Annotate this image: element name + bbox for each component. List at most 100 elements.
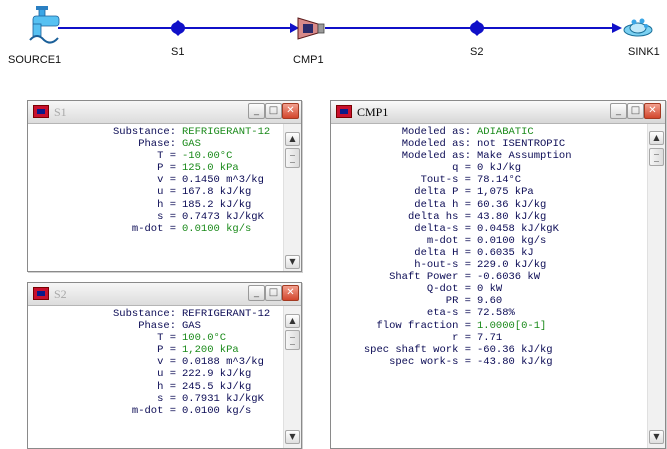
property-value[interactable]: 43.80 kJ/kg bbox=[477, 211, 546, 223]
state-window-s2[interactable]: S2 _ □ ✕ Substance: REFRIGERANT-12 Phase: G… bbox=[27, 282, 302, 449]
property-list: Substance: REFRIGERANT-12 Phase: GAS T = -10.… bbox=[28, 126, 283, 235]
scroll-up-button[interactable]: ▲ bbox=[285, 314, 300, 328]
property-value[interactable]: -60.36 kJ/kg bbox=[477, 344, 553, 356]
property-row: Q-dot = 0 kW bbox=[331, 283, 647, 295]
property-label: v = bbox=[157, 174, 176, 187]
property-value[interactable]: 125.0 kPa bbox=[182, 162, 239, 174]
property-value[interactable]: 0.0100 kg/s bbox=[182, 223, 251, 235]
stream-node-s2[interactable] bbox=[469, 20, 485, 36]
vertical-scrollbar[interactable]: ▲ ▼ bbox=[283, 124, 301, 271]
property-value[interactable]: Make Assumption bbox=[477, 150, 572, 162]
property-label: u = bbox=[157, 186, 176, 199]
property-value[interactable]: -10.00°C bbox=[182, 150, 232, 162]
minimize-button[interactable]: _ bbox=[248, 285, 265, 301]
property-value[interactable]: 72.58% bbox=[477, 307, 515, 319]
property-row: h = 185.2 kJ/kg bbox=[28, 199, 283, 211]
vertical-scrollbar[interactable]: ▲ ▼ bbox=[283, 306, 301, 448]
property-row: spec work-s = -43.80 kJ/kg bbox=[331, 356, 647, 368]
window-titlebar[interactable]: S2 _ □ ✕ bbox=[28, 283, 301, 306]
property-value[interactable]: 0 kW bbox=[477, 283, 502, 295]
maximize-button[interactable]: □ bbox=[265, 285, 282, 301]
property-value[interactable]: 78.14°C bbox=[477, 174, 521, 186]
state-window-s1[interactable]: S1 _ □ ✕ Substance: REFRIGERANT-12 Phase: G… bbox=[27, 100, 302, 272]
property-value[interactable]: 60.36 kJ/kg bbox=[477, 199, 546, 211]
app-window-icon bbox=[33, 287, 49, 300]
scroll-up-button[interactable]: ▲ bbox=[649, 131, 664, 145]
scroll-thumb[interactable] bbox=[649, 148, 664, 166]
property-row: Modeled as: ADIABATIC bbox=[331, 126, 647, 138]
window-titlebar[interactable]: CMP1 _ □ ✕ bbox=[331, 101, 665, 124]
property-value[interactable]: -43.80 kJ/kg bbox=[477, 356, 553, 368]
source1-faucet-icon[interactable] bbox=[29, 6, 60, 44]
compressor-cmp1-icon[interactable] bbox=[297, 17, 325, 40]
property-value[interactable]: 7.71 bbox=[477, 332, 502, 344]
property-label: Modeled as: bbox=[401, 126, 471, 138]
property-value[interactable]: 185.2 kJ/kg bbox=[182, 199, 251, 211]
property-row: delta P = 1,075 kPa bbox=[331, 186, 647, 198]
device-window-cmp1[interactable]: CMP1 _ □ ✕ Modeled as: ADIABATIC Modeled a… bbox=[330, 100, 666, 449]
property-value[interactable]: 1,075 kPa bbox=[477, 186, 534, 198]
property-row: Phase: GAS bbox=[28, 138, 283, 150]
property-value[interactable]: 245.5 kJ/kg bbox=[182, 381, 251, 393]
property-value[interactable]: REFRIGERANT-12 bbox=[182, 308, 270, 320]
property-value[interactable]: 1.0000[0-1] bbox=[477, 320, 546, 332]
scroll-down-button[interactable]: ▼ bbox=[649, 430, 664, 444]
property-value[interactable]: not ISENTROPIC bbox=[477, 138, 565, 150]
property-row: T = 100.0°C bbox=[28, 332, 283, 344]
minimize-button[interactable]: _ bbox=[610, 103, 627, 119]
property-value[interactable]: 0.7931 kJ/kgK bbox=[182, 393, 264, 405]
property-value[interactable]: 0.0188 m^3/kg bbox=[182, 356, 264, 368]
scroll-thumb[interactable] bbox=[285, 330, 300, 350]
scroll-down-button[interactable]: ▼ bbox=[285, 255, 300, 269]
property-value[interactable]: 0.0100 kg/s bbox=[477, 235, 546, 247]
property-value[interactable]: 229.0 kJ/kg bbox=[477, 259, 546, 271]
property-row: Substance: REFRIGERANT-12 bbox=[28, 308, 283, 320]
vertical-scrollbar[interactable]: ▲ ▼ bbox=[647, 124, 665, 448]
property-value[interactable]: GAS bbox=[182, 320, 201, 332]
property-value[interactable]: 0.6035 kJ bbox=[477, 247, 534, 259]
app-window-icon bbox=[33, 105, 49, 118]
property-row: q = 0 kJ/kg bbox=[331, 162, 647, 174]
scroll-up-button[interactable]: ▲ bbox=[285, 132, 300, 146]
property-value[interactable]: 0.0458 kJ/kgK bbox=[477, 223, 559, 235]
property-value[interactable]: REFRIGERANT-12 bbox=[182, 126, 270, 138]
property-label: Shaft Power = bbox=[389, 271, 471, 284]
property-row: s = 0.7473 kJ/kgK bbox=[28, 211, 283, 223]
property-label: eta-s = bbox=[426, 307, 471, 320]
property-row: flow fraction = 1.0000[0-1] bbox=[331, 320, 647, 332]
property-value[interactable]: ADIABATIC bbox=[477, 126, 534, 138]
property-value[interactable]: 0.0100 kg/s bbox=[182, 405, 251, 417]
window-title: S2 bbox=[54, 287, 67, 301]
property-value[interactable]: 9.60 bbox=[477, 295, 502, 307]
property-label: delta hs = bbox=[407, 210, 471, 223]
property-label: m-dot = bbox=[426, 234, 471, 247]
property-label: h = bbox=[157, 380, 176, 393]
property-value[interactable]: 0 kJ/kg bbox=[477, 162, 521, 174]
property-value[interactable]: -0.6036 kW bbox=[477, 271, 540, 283]
property-value[interactable]: 100.0°C bbox=[182, 332, 226, 344]
maximize-button[interactable]: □ bbox=[627, 103, 644, 119]
property-value[interactable]: 0.7473 kJ/kgK bbox=[182, 211, 264, 223]
scroll-thumb[interactable] bbox=[285, 148, 300, 168]
property-value[interactable]: GAS bbox=[182, 138, 201, 150]
close-button[interactable]: ✕ bbox=[644, 103, 661, 119]
property-label: s = bbox=[157, 392, 176, 405]
property-label: Modeled as: bbox=[401, 150, 471, 163]
property-value[interactable]: 167.8 kJ/kg bbox=[182, 186, 251, 198]
window-titlebar[interactable]: S1 _ □ ✕ bbox=[28, 101, 301, 124]
close-button[interactable]: ✕ bbox=[282, 285, 299, 301]
close-button[interactable]: ✕ bbox=[282, 103, 299, 119]
window-content: Substance: REFRIGERANT-12 Phase: GAS T = -10.… bbox=[28, 124, 283, 271]
maximize-button[interactable]: □ bbox=[265, 103, 282, 119]
property-label: Substance: bbox=[112, 126, 176, 138]
minimize-button[interactable]: _ bbox=[248, 103, 265, 119]
property-row: Modeled as: not ISENTROPIC bbox=[331, 138, 647, 150]
property-value[interactable]: 222.9 kJ/kg bbox=[182, 368, 251, 380]
property-label: delta h = bbox=[414, 198, 471, 211]
property-value[interactable]: 0.1450 m^3/kg bbox=[182, 174, 264, 186]
stream-node-s1[interactable] bbox=[170, 20, 186, 36]
property-value[interactable]: 1,200 kPa bbox=[182, 344, 239, 356]
property-row: P = 1,200 kPa bbox=[28, 344, 283, 356]
sink1-drain-icon[interactable] bbox=[623, 18, 653, 37]
scroll-down-button[interactable]: ▼ bbox=[285, 430, 300, 444]
